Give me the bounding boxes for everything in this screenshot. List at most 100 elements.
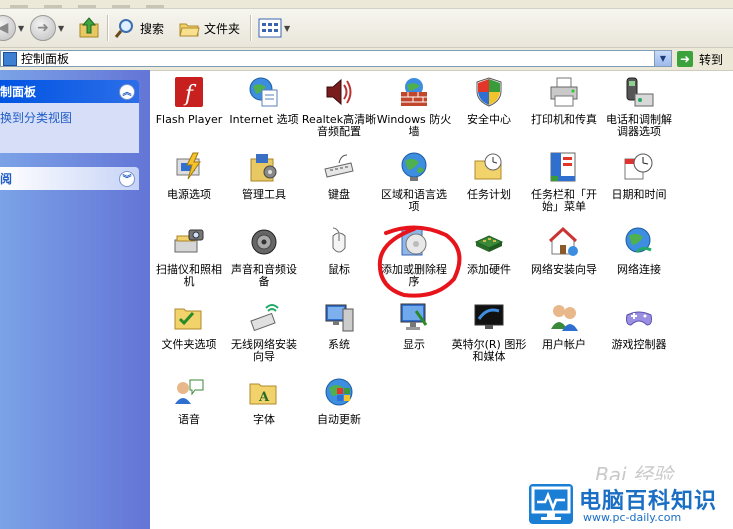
item-label: 自动更新 <box>317 413 361 426</box>
control-panel-item[interactable]: 任务计划 <box>451 151 527 201</box>
admin-tools-icon <box>248 151 280 183</box>
go-arrow-icon: ➜ <box>677 51 693 67</box>
control-panel-item[interactable]: 管理工具 <box>226 151 302 201</box>
control-panel-item[interactable]: 键盘 <box>301 151 377 201</box>
menu-bar <box>0 0 733 9</box>
logo-url: www.pc-daily.com <box>583 511 682 524</box>
auto-update-icon <box>323 376 355 408</box>
add-hardware-icon <box>473 226 505 258</box>
task-pane: 制面板 ︽ 换到分类视图 阅 ︾ <box>0 70 150 529</box>
forward-button[interactable]: ➜ ▼ <box>30 14 64 42</box>
control-panel-item[interactable]: 鼠标 <box>301 226 377 276</box>
address-field[interactable]: 控制面板 ▼ <box>0 50 672 67</box>
views-icon <box>258 18 282 38</box>
control-panel-item[interactable]: 安全中心 <box>451 76 527 126</box>
go-button[interactable]: ➜ 转到 <box>677 50 723 68</box>
item-label: Flash Player <box>155 113 223 126</box>
control-panel-item[interactable]: 无线网络安装向导 <box>226 301 302 363</box>
search-icon <box>114 19 133 38</box>
item-label: 扫描仪和照相机 <box>156 263 222 288</box>
system-icon <box>323 301 355 333</box>
item-label: 网络安装向导 <box>531 263 597 276</box>
item-label: 打印机和传真 <box>531 113 597 126</box>
forward-dropdown-icon[interactable]: ▼ <box>58 24 64 33</box>
fonts-icon: A <box>248 376 280 408</box>
item-label: 网络连接 <box>617 263 661 276</box>
control-panel-item[interactable]: 文件夹选项 <box>151 301 227 351</box>
control-panel-item[interactable]: 显示 <box>376 301 452 351</box>
address-text: 控制面板 <box>21 52 70 66</box>
item-label: 鼠标 <box>328 263 350 276</box>
expand-chevron-icon[interactable]: ︾ <box>119 170 135 187</box>
item-label: 日期和时间 <box>611 188 667 201</box>
control-panel-item[interactable]: 区域和语言选项 <box>376 151 452 213</box>
forward-arrow-icon: ➜ <box>30 15 56 41</box>
item-label: 电源选项 <box>167 188 211 201</box>
collapse-chevron-icon[interactable]: ︽ <box>119 83 135 100</box>
control-panel-item[interactable]: 游戏控制器 <box>601 301 677 351</box>
up-button[interactable] <box>78 14 102 42</box>
control-panel-item[interactable]: 系统 <box>301 301 377 351</box>
item-label: 安全中心 <box>467 113 511 126</box>
taskbar-icon <box>548 151 580 183</box>
control-panel-item[interactable]: A 字体 <box>226 376 302 426</box>
control-panel-item[interactable]: 网络安装向导 <box>526 226 602 276</box>
control-panel-item[interactable]: 扫描仪和照相机 <box>151 226 227 288</box>
back-arrow-icon: ◀ <box>0 15 16 41</box>
item-label: 文件夹选项 <box>161 338 217 351</box>
item-label: 游戏控制器 <box>611 338 667 351</box>
panel-title: 制面板 <box>0 85 37 99</box>
control-panel-item[interactable]: 打印机和传真 <box>526 76 602 126</box>
control-panel-item[interactable]: 声音和音频设备 <box>226 226 302 288</box>
item-label: 用户帐户 <box>542 338 586 351</box>
item-label: 系统 <box>328 338 350 351</box>
back-button[interactable]: ◀ ▼ <box>0 14 24 42</box>
control-panel-panel-body: 换到分类视图 <box>0 103 139 153</box>
folders-button[interactable]: 文件夹 <box>178 14 240 42</box>
item-label: 任务计划 <box>467 188 511 201</box>
item-label: 电话和调制解调器选项 <box>606 113 672 138</box>
toolbar-separator <box>107 15 109 41</box>
mouse-icon <box>323 226 355 258</box>
network-wizard-icon <box>548 226 580 258</box>
network-connections-icon <box>623 226 655 258</box>
phone-modem-icon <box>623 76 655 108</box>
search-button[interactable]: 搜索 <box>114 14 164 42</box>
scheduled-tasks-icon <box>473 151 505 183</box>
control-panel-item[interactable]: Realtek高清晰音频配置 <box>301 76 377 138</box>
folders-label: 文件夹 <box>204 21 241 36</box>
item-label: 显示 <box>403 338 425 351</box>
panel-title: 阅 <box>0 172 13 186</box>
intel-graphics-icon <box>473 301 505 333</box>
control-panel-item[interactable]: 电话和调制解调器选项 <box>601 76 677 138</box>
item-label: 字体 <box>253 413 275 426</box>
control-panel-item[interactable]: Internet 选项 <box>226 76 302 126</box>
item-label: 英特尔(R) 图形和媒体 <box>451 338 527 363</box>
see-also-panel-header[interactable]: 阅 ︾ <box>0 167 139 190</box>
item-label: 管理工具 <box>242 188 286 201</box>
control-panel-item[interactable]: 用户帐户 <box>526 301 602 351</box>
wireless-wizard-icon <box>248 301 280 333</box>
printer-icon <box>548 76 580 108</box>
scanner-camera-icon <box>173 226 205 258</box>
views-button[interactable]: ▼ <box>258 14 290 42</box>
control-panel-item[interactable]: 电源选项 <box>151 151 227 201</box>
address-dropdown-icon[interactable]: ▼ <box>654 51 671 66</box>
control-panel-item[interactable]: 网络连接 <box>601 226 677 276</box>
switch-to-category-view-link[interactable]: 换到分类视图 <box>0 103 139 126</box>
views-dropdown-icon[interactable]: ▼ <box>284 24 290 33</box>
control-panel-item[interactable]: Windows 防火墙 <box>376 76 452 138</box>
control-panel-item[interactable]: 语音 <box>151 376 227 426</box>
control-panel-item[interactable]: 英特尔(R) 图形和媒体 <box>451 301 527 363</box>
user-accounts-icon <box>548 301 580 333</box>
control-panel-item[interactable]: 任务栏和「开始」菜单 <box>526 151 602 213</box>
control-panel-panel-header[interactable]: 制面板 ︽ <box>0 80 139 103</box>
control-panel-item[interactable]: 自动更新 <box>301 376 377 426</box>
toolbar: ◀ ▼ ➜ ▼ 搜索 文件夹 ▼ <box>0 9 733 48</box>
control-panel-item[interactable]: 日期和时间 <box>601 151 677 201</box>
internet-options-icon <box>248 76 280 108</box>
back-dropdown-icon[interactable]: ▼ <box>18 24 24 33</box>
realtek-audio-icon <box>323 76 355 108</box>
control-panel-item[interactable]: f Flash Player <box>151 76 227 126</box>
item-label: Windows 防火墙 <box>376 113 452 138</box>
